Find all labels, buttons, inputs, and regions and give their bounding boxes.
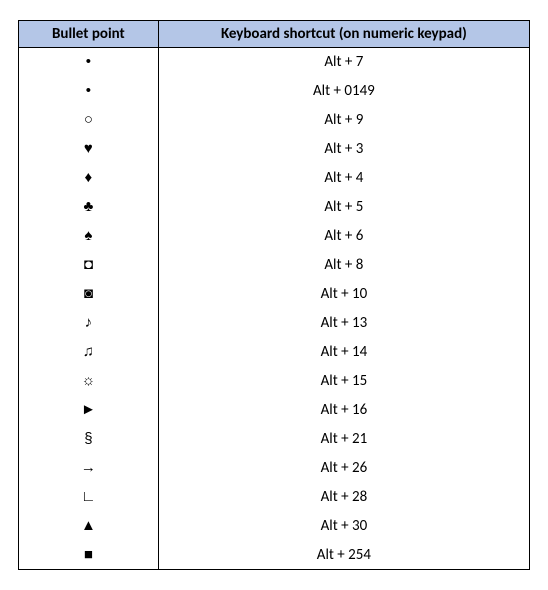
table-row: ►Alt + 16 (19, 396, 530, 425)
bullet-cell: ♫ (19, 338, 159, 367)
bullet-cell: ♠ (19, 222, 159, 251)
table-row: ♥Alt + 3 (19, 135, 530, 164)
header-shortcut: Keyboard shortcut (on numeric keypad) (158, 21, 529, 48)
shortcut-cell: Alt + 15 (158, 367, 529, 396)
shortcut-cell: Alt + 30 (158, 512, 529, 541)
bullet-cell: ♣ (19, 193, 159, 222)
bullet-shortcut-table: Bullet point Keyboard shortcut (on numer… (18, 20, 530, 570)
shortcut-cell: Alt + 8 (158, 251, 529, 280)
table-row: •Alt + 0149 (19, 77, 530, 106)
bullet-cell: ♥ (19, 135, 159, 164)
table-row: ♪Alt + 13 (19, 309, 530, 338)
shortcut-cell: Alt + 0149 (158, 77, 529, 106)
table-row: ◙Alt + 10 (19, 280, 530, 309)
header-bullet: Bullet point (19, 21, 159, 48)
shortcut-cell: Alt + 9 (158, 106, 529, 135)
table-row: §Alt + 21 (19, 425, 530, 454)
bullet-cell: • (19, 77, 159, 106)
table-row: ∟Alt + 28 (19, 483, 530, 512)
table-header-row: Bullet point Keyboard shortcut (on numer… (19, 21, 530, 48)
table-row: ♫Alt + 14 (19, 338, 530, 367)
bullet-cell: ◘ (19, 251, 159, 280)
shortcut-cell: Alt + 6 (158, 222, 529, 251)
shortcut-cell: Alt + 28 (158, 483, 529, 512)
shortcut-cell: Alt + 21 (158, 425, 529, 454)
shortcut-cell: Alt + 16 (158, 396, 529, 425)
bullet-cell: ◙ (19, 280, 159, 309)
shortcut-cell: Alt + 13 (158, 309, 529, 338)
bullet-cell: ○ (19, 106, 159, 135)
table-row: ☼Alt + 15 (19, 367, 530, 396)
shortcut-cell: Alt + 7 (158, 48, 529, 77)
shortcut-cell: Alt + 3 (158, 135, 529, 164)
shortcut-cell: Alt + 26 (158, 454, 529, 483)
table-row: ♠Alt + 6 (19, 222, 530, 251)
table-row: •Alt + 7 (19, 48, 530, 77)
table-row: ♣Alt + 5 (19, 193, 530, 222)
bullet-cell: → (19, 454, 159, 483)
table-row: ◘Alt + 8 (19, 251, 530, 280)
table-row: ▲Alt + 30 (19, 512, 530, 541)
bullet-cell: ▲ (19, 512, 159, 541)
table-row: ○Alt + 9 (19, 106, 530, 135)
bullet-cell: • (19, 48, 159, 77)
bullet-cell: ♪ (19, 309, 159, 338)
shortcut-cell: Alt + 10 (158, 280, 529, 309)
shortcut-cell: Alt + 5 (158, 193, 529, 222)
table-row: →Alt + 26 (19, 454, 530, 483)
bullet-cell: ■ (19, 541, 159, 570)
bullet-cell: ♦ (19, 164, 159, 193)
shortcut-cell: Alt + 14 (158, 338, 529, 367)
bullet-cell: ∟ (19, 483, 159, 512)
shortcut-cell: Alt + 254 (158, 541, 529, 570)
shortcut-cell: Alt + 4 (158, 164, 529, 193)
bullet-cell: § (19, 425, 159, 454)
table-row: ■Alt + 254 (19, 541, 530, 570)
table-row: ♦Alt + 4 (19, 164, 530, 193)
bullet-cell: ☼ (19, 367, 159, 396)
bullet-cell: ► (19, 396, 159, 425)
